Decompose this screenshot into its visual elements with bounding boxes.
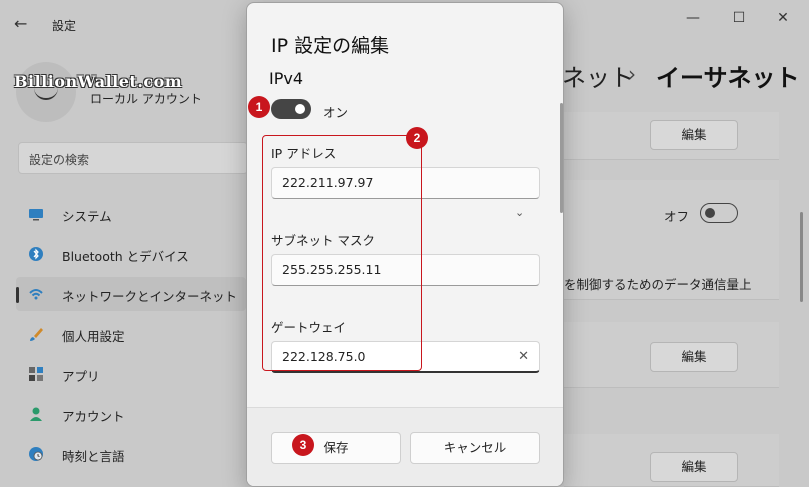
sidebar-item[interactable]: 個人用設定 xyxy=(16,317,246,351)
chevron-down-icon[interactable]: ⌄ xyxy=(515,206,524,219)
edit-button-2[interactable]: 編集 xyxy=(650,342,738,372)
ipv4-toggle-label: オン xyxy=(323,105,349,120)
scrollbar[interactable] xyxy=(800,212,803,302)
sidebar-item-label: ネットワークとインターネット xyxy=(62,289,238,304)
sidebar-item[interactable]: アカウント xyxy=(16,397,246,431)
annotation-badge-1: 1 xyxy=(248,96,270,118)
save-button[interactable]: 保存 xyxy=(271,432,401,464)
sidebar-item[interactable]: Bluetooth とデバイス xyxy=(16,237,246,271)
annotation-badge-3: 3 xyxy=(292,434,314,456)
globe-clock-icon xyxy=(28,446,44,462)
sidebar-item[interactable]: システム xyxy=(16,197,246,231)
metered-toggle[interactable] xyxy=(700,203,738,223)
sidebar-item-label: アカウント xyxy=(62,409,125,424)
search-placeholder: 設定の検索 xyxy=(29,153,90,167)
back-button[interactable]: ← xyxy=(14,14,34,34)
bluetooth-icon xyxy=(28,246,44,262)
sidebar-item-label: システム xyxy=(62,209,112,224)
maximize-button[interactable]: ☐ xyxy=(724,8,754,28)
sidebar-item-label: Bluetooth とデバイス xyxy=(62,249,189,264)
minimize-button[interactable]: — xyxy=(678,8,708,28)
search-input[interactable]: 設定の検索 xyxy=(18,142,248,174)
breadcrumb-separator: › xyxy=(628,62,636,86)
sidebar-item-label: アプリ xyxy=(62,369,100,384)
sidebar-item[interactable]: アプリ xyxy=(16,357,246,391)
metered-toggle-label: オフ xyxy=(664,209,690,224)
ipv4-heading: IPv4 xyxy=(269,69,304,88)
dialog-title: IP 設定の編集 xyxy=(271,35,390,57)
close-button[interactable]: ✕ xyxy=(768,8,798,28)
edit-button-3[interactable]: 編集 xyxy=(650,452,738,482)
account-type: ローカル アカウント xyxy=(90,92,202,106)
clear-icon[interactable]: ✕ xyxy=(518,349,529,364)
sidebar-item[interactable]: 時刻と言語 xyxy=(16,437,246,471)
sidebar-item-label: 個人用設定 xyxy=(62,329,125,344)
sidebar-item[interactable]: ネットワークとインターネット xyxy=(16,277,246,311)
monitor-icon xyxy=(28,206,44,222)
sidebar-item-label: 時刻と言語 xyxy=(62,449,125,464)
brush-icon xyxy=(28,326,44,342)
app-title: 設定 xyxy=(52,19,77,33)
metered-description: を制御するためのデータ通信量上 xyxy=(564,277,752,292)
cancel-button[interactable]: キャンセル xyxy=(410,432,540,464)
annotation-badge-2: 2 xyxy=(406,127,428,149)
apps-icon xyxy=(28,366,44,382)
dialog-scrollbar[interactable] xyxy=(560,103,563,213)
active-indicator xyxy=(16,287,19,303)
annotation-highlight-box xyxy=(262,135,422,371)
page-title: イーサネット xyxy=(656,64,800,92)
person-icon xyxy=(28,406,44,422)
ipv4-toggle[interactable] xyxy=(271,99,311,119)
edit-button-1[interactable]: 編集 xyxy=(650,120,738,150)
wifi-icon xyxy=(28,286,44,302)
breadcrumb-parent[interactable]: ネット xyxy=(562,58,634,93)
watermark: BillionWallet.com xyxy=(14,72,183,91)
